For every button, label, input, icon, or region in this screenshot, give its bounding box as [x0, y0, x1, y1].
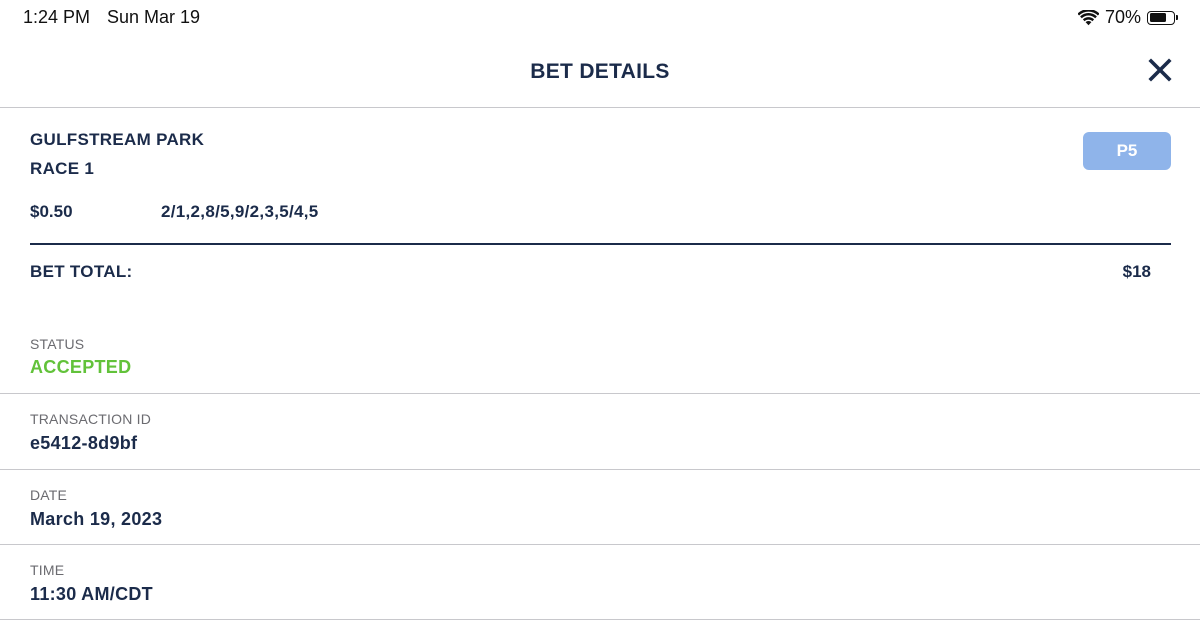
page-title: BET DETAILS	[530, 60, 670, 83]
divider	[0, 469, 1200, 470]
status-time: 1:24 PM	[23, 7, 91, 27]
track-name: GULFSTREAM PARK	[30, 130, 205, 149]
status-label: STATUS	[30, 336, 85, 352]
bet-amount: $0.50	[30, 202, 73, 221]
bet-total-label: BET TOTAL:	[30, 262, 133, 281]
date-label: DATE	[30, 487, 68, 503]
transaction-id-label: TRANSACTION ID	[30, 411, 152, 427]
transaction-id-value: e5412-8d9bf	[30, 433, 138, 453]
wifi-icon	[1077, 9, 1099, 26]
bet-selections: 2/1,2,8/5,9/2,3,5/4,5	[161, 202, 319, 221]
battery-percent: 70%	[1104, 7, 1141, 27]
status-bar: 1:24 PM Sun Mar 19 70%	[0, 0, 1200, 36]
battery-cap	[1176, 15, 1178, 20]
close-icon	[1148, 58, 1172, 82]
battery-icon	[1147, 10, 1178, 25]
divider	[0, 619, 1200, 620]
bet-divider	[30, 243, 1171, 245]
modal-header: BET DETAILS	[0, 36, 1200, 108]
race-name: RACE 1	[30, 159, 95, 178]
status-indicators: 70%	[1077, 7, 1178, 28]
time-value: 11:30 AM/CDT	[30, 584, 153, 604]
divider	[0, 393, 1200, 394]
bet-type-badge: P5	[1083, 132, 1171, 170]
bet-total-value: $18	[1122, 262, 1151, 281]
date-value: March 19, 2023	[30, 509, 163, 529]
status-value: ACCEPTED	[30, 357, 132, 377]
close-button[interactable]	[1148, 58, 1172, 82]
battery-body	[1147, 10, 1175, 25]
divider	[0, 544, 1200, 545]
battery-fill	[1149, 13, 1166, 22]
status-date: Sun Mar 19	[107, 7, 201, 27]
time-label: TIME	[30, 562, 65, 578]
